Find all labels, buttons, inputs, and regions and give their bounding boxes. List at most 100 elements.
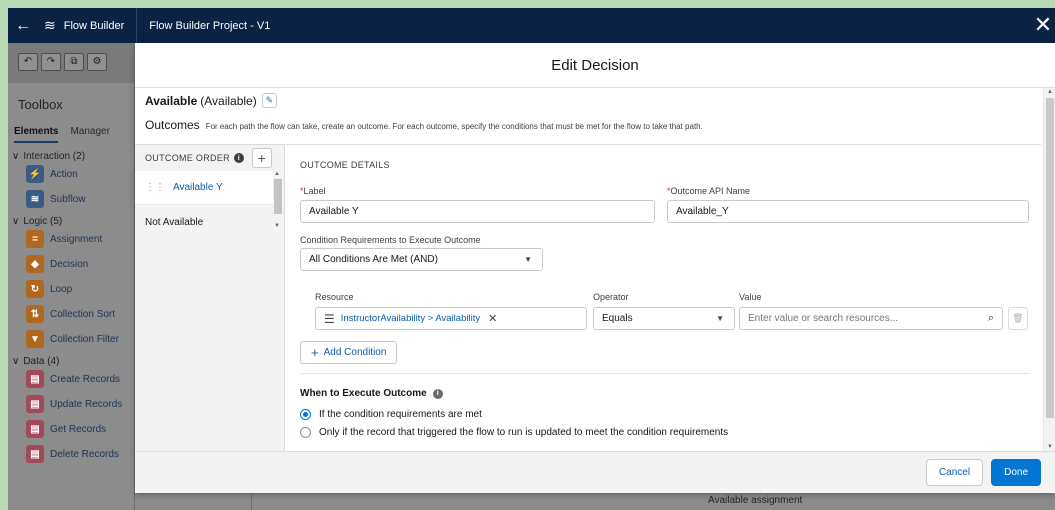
plus-icon: + — [311, 345, 319, 360]
toolbox-tabs: Elements Manager — [8, 112, 134, 143]
toolbox-item-decision[interactable]: ◆ Decision — [8, 252, 134, 277]
toolbox-item-label: Delete Records — [50, 448, 119, 460]
redo-icon[interactable]: ↷ — [41, 53, 61, 71]
label-input[interactable]: Available Y — [300, 200, 655, 223]
outcome-item-not-available[interactable]: Not Available — [135, 205, 273, 239]
scroll-thumb[interactable] — [274, 179, 282, 214]
toolbox-item-assignment[interactable]: = Assignment — [8, 227, 134, 252]
toolbox-panel: Toolbox Elements Manager ∨ Interaction (2… — [8, 83, 135, 510]
close-icon[interactable]: ✕ — [1031, 12, 1055, 38]
edit-pencil-icon[interactable]: ✎ — [261, 93, 277, 108]
outcome-list-scrollbar[interactable]: ▲ ▼ — [273, 171, 283, 231]
drag-handle-icon[interactable]: ⋮⋮ — [145, 182, 165, 193]
outcome-details-title: OUTCOME DETAILS — [300, 160, 390, 170]
outcome-item-available-y[interactable]: ⋮⋮ Available Y — [135, 171, 273, 205]
scroll-up-icon[interactable]: ▲ — [274, 171, 280, 177]
toolbox-item-collection-sort[interactable]: ⇅ Collection Sort — [8, 302, 134, 327]
assignment-icon: = — [26, 230, 44, 248]
get-records-icon: ▤ — [26, 420, 44, 438]
flow-icon: ≋ — [26, 190, 44, 208]
settings-icon[interactable]: ⚙ — [87, 53, 107, 71]
toolbox-item-subflow[interactable]: ≋ Subflow — [8, 187, 134, 212]
radio-condition-met[interactable]: If the condition requirements are met — [300, 409, 482, 420]
chevron-down-icon: ∨ — [12, 151, 20, 162]
toolbox-item-create-records[interactable]: ▤ Create Records — [8, 367, 134, 392]
outcome-order-label: OUTCOME ORDER — [145, 153, 230, 163]
value-input[interactable]: Enter value or search resources... ⌕ — [739, 307, 1003, 330]
toolbox-item-label: Action — [50, 168, 78, 180]
condition-requirements-label: Condition Requirements to Execute Outcom… — [300, 235, 481, 245]
scroll-down-icon[interactable]: ▼ — [1047, 444, 1053, 450]
outcome-order-panel: OUTCOME ORDER i + ⋮⋮ Available Y Not Ava… — [135, 144, 285, 451]
scroll-up-icon[interactable]: ▲ — [1047, 89, 1053, 95]
canvas-assignment-label[interactable]: Available assignment — [708, 495, 802, 506]
loop-icon: ↻ — [26, 280, 44, 298]
sort-icon: ⇅ — [26, 305, 44, 323]
when-to-execute-title: When to Execute Outcome i — [300, 388, 443, 399]
condition-requirements-select[interactable]: All Conditions Are Met (AND) ▼ — [300, 248, 543, 271]
project-name: Flow Builder Project - V1 — [149, 19, 271, 32]
copy-icon[interactable]: ⧉ — [64, 53, 84, 71]
radio-record-updated[interactable]: Only if the record that triggered the fl… — [300, 427, 728, 438]
toolbox-item-label: Loop — [50, 283, 73, 295]
toolbox-item-label: Decision — [50, 258, 89, 270]
info-icon[interactable]: i — [233, 153, 244, 163]
list-icon: ☰ — [324, 311, 335, 326]
toolbox-group[interactable]: ∨ Logic (5) — [8, 212, 134, 227]
scroll-thumb[interactable] — [1046, 98, 1054, 418]
label-field-label: *Label — [300, 186, 326, 196]
tab-elements[interactable]: Elements — [14, 126, 59, 143]
app-name: Flow Builder — [63, 19, 125, 32]
radio-button[interactable] — [300, 427, 311, 438]
outcome-item-label: Not Available — [145, 216, 204, 228]
radio-button[interactable] — [300, 409, 311, 420]
done-button[interactable]: Done — [991, 459, 1041, 486]
toolbox-item-collection-filter[interactable]: ▼ Collection Filter — [8, 327, 134, 352]
toolbox-item-loop[interactable]: ↻ Loop — [8, 277, 134, 302]
toolbox-item-action[interactable]: ⚡ Action — [8, 162, 134, 187]
toolbox-item-label: Collection Filter — [50, 333, 119, 345]
search-icon[interactable]: ⌕ — [988, 312, 994, 325]
update-records-icon: ▤ — [26, 395, 44, 413]
toolbox-item-label: Assignment — [50, 233, 103, 245]
value-label: Value — [739, 292, 762, 302]
scroll-down-icon[interactable]: ▼ — [274, 223, 280, 229]
toolbox-item-update-records[interactable]: ▤ Update Records — [8, 392, 134, 417]
outcomes-header: Outcomes For each path the flow can take… — [145, 118, 703, 132]
decision-api-name: (Available) — [200, 93, 257, 108]
delete-records-icon: ▤ — [26, 445, 44, 463]
back-arrow-icon[interactable]: ← — [8, 17, 38, 35]
toolbox-groups: ∨ Interaction (2) ⚡ Action ≋ Subflow ∨ Logic (5… — [8, 143, 134, 467]
add-condition-button[interactable]: + Add Condition — [300, 341, 398, 364]
chevron-down-icon: ∨ — [12, 356, 20, 367]
toolbox-item-get-records[interactable]: ▤ Get Records — [8, 417, 134, 442]
tab-manager[interactable]: Manager — [70, 126, 109, 143]
chevron-down-icon: ∨ — [12, 216, 20, 227]
app-brand: ≋ Flow Builder — [38, 8, 138, 43]
cancel-button[interactable]: Cancel — [925, 459, 984, 486]
operator-label: Operator — [593, 292, 629, 302]
undo-icon[interactable]: ↶ — [18, 53, 38, 71]
operator-select[interactable]: Equals ▼ — [593, 307, 735, 330]
toolbox-group[interactable]: ∨ Interaction (2) — [8, 147, 134, 162]
toolbox-group-label: Logic (5) — [23, 216, 63, 227]
resource-pill: ☰ InstructorAvailability > Availability … — [324, 311, 498, 326]
toolbox-group[interactable]: ∨ Data (4) — [8, 352, 134, 367]
toolbox-group-label: Data (4) — [23, 356, 60, 367]
lightning-icon: ⚡ — [26, 165, 44, 183]
toolbox-item-delete-records[interactable]: ▤ Delete Records — [8, 442, 134, 467]
outcome-details-panel: OUTCOME DETAILS *Label Available Y *Outc… — [286, 144, 1041, 451]
info-icon[interactable]: i — [432, 388, 443, 399]
app-frame: ← ≋ Flow Builder Flow Builder Project - … — [8, 8, 1055, 510]
toolbox-item-label: Get Records — [50, 423, 107, 435]
resource-input[interactable]: ☰ InstructorAvailability > Availability … — [315, 307, 587, 330]
toolbox-title: Toolbox — [18, 97, 63, 112]
api-name-input[interactable]: Available_Y — [667, 200, 1029, 223]
delete-condition-button[interactable]: 🗑 — [1008, 307, 1028, 330]
modal-scrollbar[interactable]: ▲ ▼ — [1043, 88, 1055, 451]
trash-icon: 🗑 — [1012, 313, 1024, 323]
add-outcome-button[interactable]: + — [251, 148, 272, 168]
remove-resource-icon[interactable]: ✕ — [488, 312, 497, 325]
resource-label: Resource — [315, 292, 354, 302]
outcomes-title: Outcomes — [145, 118, 200, 132]
